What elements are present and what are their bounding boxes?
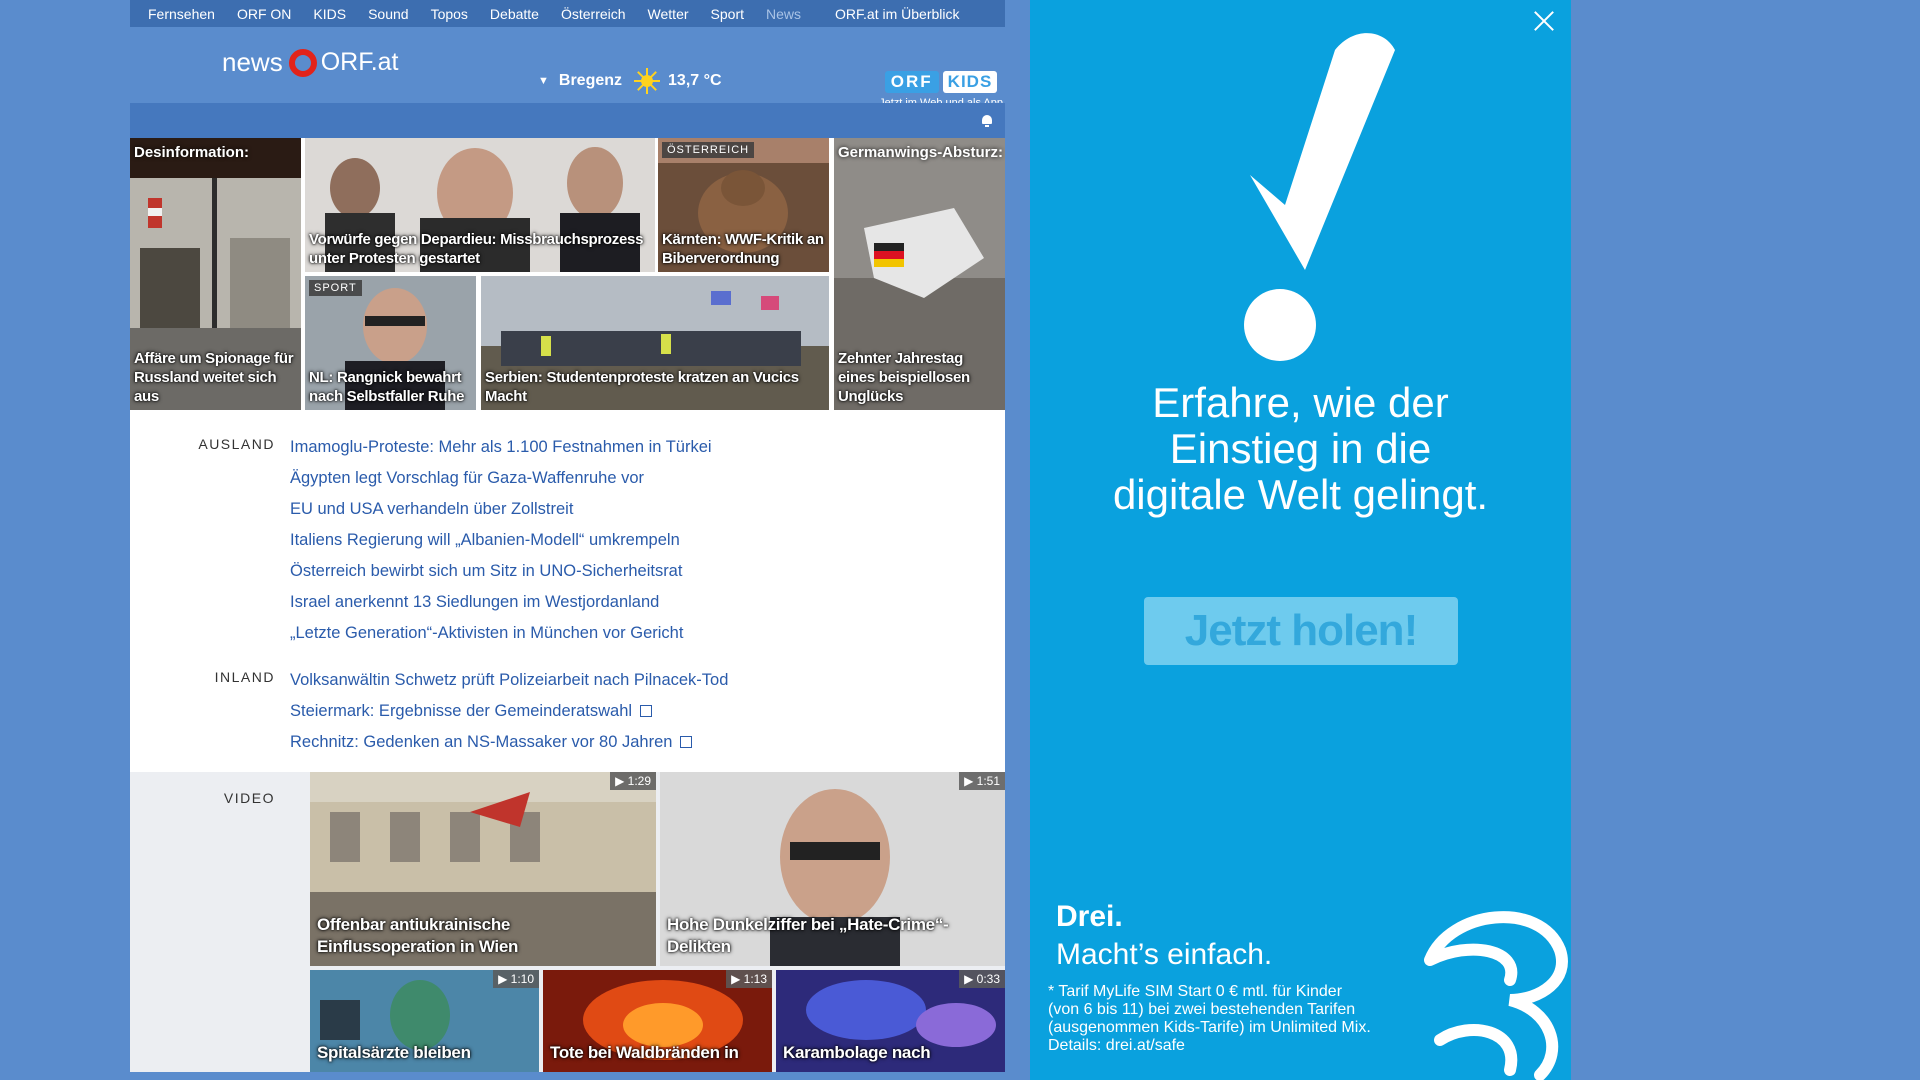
video-tile[interactable]: ▶ 1:10 Spitalsärzte bleiben: [310, 970, 539, 1072]
weather-widget[interactable]: ▼ Bregenz 13,7 °C: [538, 68, 722, 94]
video-tile[interactable]: ▶ 1:29 Offenbar antiukrainische Einfluss…: [310, 772, 656, 966]
headline-link[interactable]: Ägypten legt Vorschlag für Gaza-Waffenru…: [290, 463, 712, 494]
ad-fineprint: * Tarif MyLife SIM Start 0 € mtl. für Ki…: [1048, 983, 1428, 1055]
logo-orf-text: ORF.at: [320, 48, 399, 76]
video-duration: ▶ 1:51: [959, 772, 1005, 790]
teaser-germanwings[interactable]: Germanwings-Absturz: Zehnter Jahrestag e…: [834, 138, 1005, 410]
headline-link-external[interactable]: Rechnitz: Gedenken an NS-Massaker vor 80…: [290, 727, 728, 758]
teaser-caption: Serbien: Studentenproteste kratzen an Vu…: [485, 369, 799, 405]
video-caption: Tote bei Waldbränden in: [550, 1043, 739, 1062]
section-inland: INLAND Volksanwältin Schwetz prüft Poliz…: [130, 665, 1005, 758]
ad-slogan: Macht’s einfach.: [1056, 938, 1273, 971]
nav-orf-on[interactable]: ORF ON: [237, 6, 291, 22]
bell-icon[interactable]: [981, 115, 993, 127]
teaser-spionage[interactable]: Desinformation: Affäre um Spionage für R…: [130, 138, 301, 410]
video-duration: ▶ 0:33: [959, 970, 1005, 988]
nav-kids[interactable]: KIDS: [313, 6, 346, 22]
teaser-caption: Vorwürfe gegen Depardieu: Missbrauchspro…: [309, 231, 644, 267]
teaser-caption: Kärnten: WWF-Kritik an Biberverordnung: [662, 231, 824, 267]
teaser-toplabel: Desinformation:: [134, 144, 250, 161]
ad-headline-line: digitale Welt gelingt.: [1112, 471, 1489, 518]
ad-cta-button[interactable]: Jetzt holen!: [1144, 597, 1458, 665]
headline-link[interactable]: Israel anerkennt 13 Siedlungen im Westjo…: [290, 587, 712, 618]
nav-news[interactable]: News: [766, 6, 801, 22]
headline-link[interactable]: EU und USA verhandeln über Zollstreit: [290, 494, 712, 525]
video-duration: ▶ 1:10: [493, 970, 539, 988]
orf-badge: ORF: [884, 71, 939, 93]
weather-location: Bregenz: [558, 72, 623, 89]
headline-list: AUSLAND Imamoglu-Proteste: Mehr als 1.10…: [130, 410, 1005, 772]
orf-ring-icon: [288, 48, 317, 77]
sub-bar: [130, 103, 1005, 138]
section-label: VIDEO: [223, 790, 275, 806]
video-caption: Karambolage nach: [783, 1043, 931, 1062]
video-caption: Offenbar antiukrainische Einflussoperati…: [317, 915, 519, 956]
news-page: Fernsehen ORF ON KIDS Sound Topos Debatt…: [130, 0, 1005, 1080]
ad-fineprint-line: (von 6 bis 11) bei zwei bestehenden Tari…: [1048, 1001, 1356, 1018]
ad-fineprint-line: (ausgenommen Kids-Tarife) im Unlimited M…: [1048, 1019, 1371, 1036]
nav-topos[interactable]: Topos: [431, 6, 468, 22]
headline-link[interactable]: Österreich bewirbt sich um Sitz in UNO-S…: [290, 556, 712, 587]
drei-logo-icon: [1424, 911, 1568, 1080]
headline-link-external[interactable]: Steiermark: Ergebnisse der Gemeinderatsw…: [290, 696, 728, 727]
news-orf-logo[interactable]: news ORF.at: [222, 47, 399, 78]
site-header: news ORF.at ▼ Bregenz 13,7 °C ORF KIDS J…: [130, 27, 1005, 109]
section-label: AUSLAND: [198, 436, 275, 452]
teaser-rangnick[interactable]: SPORT NL: Rangnick bewahrt nach Selbstfa…: [305, 276, 476, 410]
headline-link[interactable]: Imamoglu-Proteste: Mehr als 1.100 Festna…: [290, 432, 712, 463]
headline-link[interactable]: „Letzte Generation“-Aktivisten in Münche…: [290, 618, 712, 649]
nav-fernsehen[interactable]: Fernsehen: [148, 6, 215, 22]
weather-temperature: 13,7 °C: [668, 72, 722, 89]
ad-headline-line: Erfahre, wie der: [1152, 379, 1449, 426]
teaser-caption: Zehnter Jahrestag eines beispiellosen Un…: [838, 350, 970, 405]
nav-orf-overview[interactable]: ORF.at im Überblick: [835, 6, 959, 22]
ad-fineprint-line: * Tarif MyLife SIM Start 0 € mtl. für Ki…: [1048, 983, 1343, 1000]
ad-headline-line: Einstieg in die: [1169, 425, 1432, 472]
teaser-kicker: SPORT: [309, 280, 362, 296]
ad-headline: Erfahre, wie der Einstieg in die digital…: [1030, 380, 1571, 518]
sun-icon: [634, 68, 661, 94]
drei-advertisement[interactable]: Erfahre, wie der Einstieg in die digital…: [1030, 0, 1571, 1080]
top-navigation: Fernsehen ORF ON KIDS Sound Topos Debatt…: [130, 0, 1005, 27]
top-teasers: Desinformation: Affäre um Spionage für R…: [130, 138, 1005, 410]
teaser-serbien[interactable]: Serbien: Studentenproteste kratzen an Vu…: [481, 276, 829, 410]
headline-text: Rechnitz: Gedenken an NS-Massaker vor 80…: [290, 733, 673, 751]
close-icon[interactable]: [1533, 10, 1555, 32]
caret-down-icon: ▼: [538, 75, 549, 87]
video-tile[interactable]: ▶ 1:51 Hohe Dunkelziffer bei „Hate-Crime…: [660, 772, 1005, 966]
nav-sound[interactable]: Sound: [368, 6, 408, 22]
exclamation-check-icon: [1244, 33, 1395, 361]
teaser-biber[interactable]: ÖSTERREICH Kärnten: WWF-Kritik an Biberv…: [658, 138, 829, 272]
video-caption: Spitalsärzte bleiben: [317, 1043, 471, 1062]
headline-text: Steiermark: Ergebnisse der Gemeinderatsw…: [290, 702, 633, 720]
video-duration: ▶ 1:29: [610, 772, 656, 790]
teaser-caption: Affäre um Spionage für Russland weitet s…: [134, 350, 294, 405]
video-duration: ▶ 1:13: [726, 970, 772, 988]
nav-sport[interactable]: Sport: [711, 6, 744, 22]
external-link-icon: [640, 705, 653, 717]
video-tile[interactable]: ▶ 1:13 Tote bei Waldbränden in: [543, 970, 772, 1072]
nav-wetter[interactable]: Wetter: [648, 6, 689, 22]
video-tile[interactable]: ▶ 0:33 Karambolage nach: [776, 970, 1005, 1072]
nav-oesterreich[interactable]: Österreich: [561, 6, 626, 22]
nav-debatte[interactable]: Debatte: [490, 6, 539, 22]
ad-brand: Drei.: [1056, 900, 1123, 933]
section-ausland: AUSLAND Imamoglu-Proteste: Mehr als 1.10…: [130, 432, 1005, 649]
teaser-depardieu[interactable]: Vorwürfe gegen Depardieu: Missbrauchspro…: [305, 138, 655, 272]
external-link-icon: [680, 736, 693, 748]
headline-link[interactable]: Italiens Regierung will „Albanien-Modell…: [290, 525, 712, 556]
video-caption: Hohe Dunkelziffer bei „Hate-Crime“-Delik…: [667, 915, 949, 956]
headline-link[interactable]: Volksanwältin Schwetz prüft Polizeiarbei…: [290, 665, 728, 696]
video-section: VIDEO ▶ 1:29 Offenbar antiukrainische Ei…: [130, 772, 1005, 1072]
logo-news-text: news: [222, 47, 283, 77]
teaser-caption: NL: Rangnick bewahrt nach Selbstfaller R…: [309, 369, 465, 405]
teaser-kicker: ÖSTERREICH: [662, 142, 755, 158]
ad-fineprint-line: Details: drei.at/safe: [1048, 1037, 1185, 1054]
section-label: INLAND: [214, 669, 275, 685]
teaser-toplabel: Germanwings-Absturz:: [838, 144, 1004, 161]
kids-badge: KIDS: [942, 71, 998, 93]
